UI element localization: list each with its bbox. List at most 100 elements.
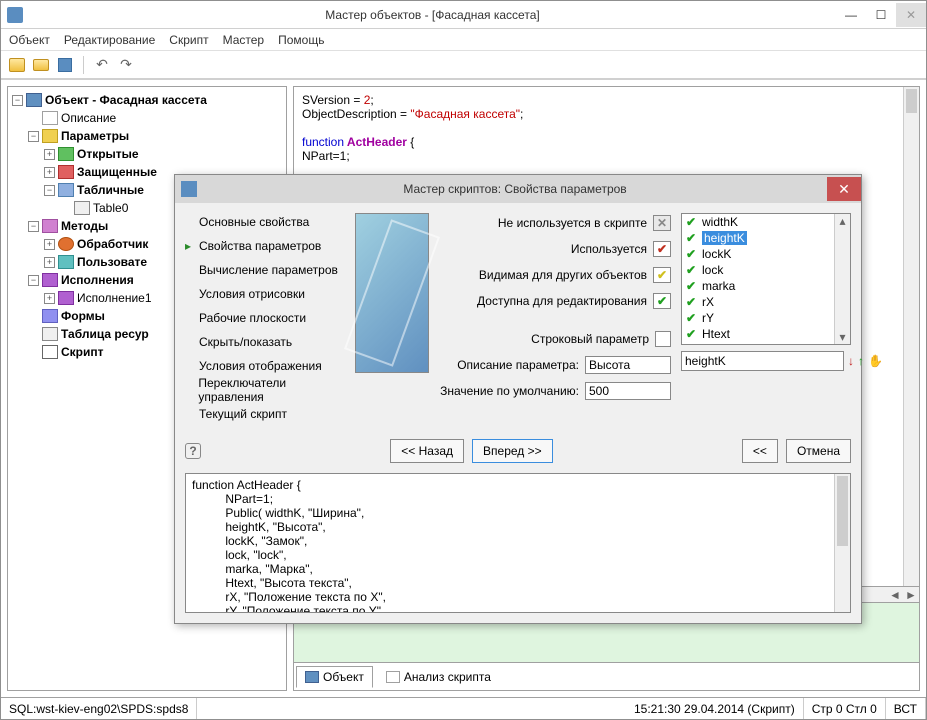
tree-table0[interactable]: Table0 (93, 199, 128, 217)
new-button[interactable] (7, 55, 27, 75)
desc-input[interactable] (585, 356, 671, 374)
window-title: Мастер объектов - [Фасадная кассета] (29, 8, 836, 22)
lbl-string: Строковый параметр (531, 332, 649, 346)
lbl-desc: Описание параметра: (457, 358, 579, 372)
app-icon (7, 7, 23, 23)
doc2-icon (386, 671, 400, 683)
minimize-button[interactable]: — (836, 3, 866, 27)
menu-edit[interactable]: Редактирование (64, 33, 155, 47)
redo-icon: ↷ (120, 56, 132, 73)
tab-object[interactable]: Объект (296, 666, 373, 688)
nav-draw[interactable]: ▸Условия отрисовки (185, 285, 345, 303)
save-button[interactable] (55, 55, 75, 75)
maximize-button[interactable]: ☐ (866, 3, 896, 27)
tree-tableres[interactable]: Таблица ресур (61, 325, 149, 343)
redo-button[interactable]: ↷ (116, 55, 136, 75)
mark-used-icon: ✔ (653, 241, 671, 257)
check-icon: ✔ (686, 247, 698, 261)
open-icon (58, 147, 74, 161)
script-icon (42, 345, 58, 359)
undo-button[interactable]: ↶ (92, 55, 112, 75)
nav-param-props[interactable]: ▸Свойства параметров (185, 237, 345, 255)
tree-execs[interactable]: Исполнения (61, 271, 134, 289)
tree-script[interactable]: Скрипт (61, 343, 104, 361)
pick-button[interactable]: ✋ (868, 352, 883, 370)
move-up-button[interactable]: ↑ (858, 352, 864, 370)
main-titlebar: Мастер объектов - [Фасадная кассета] — ☐… (1, 1, 926, 29)
param-list-scroll[interactable]: ▴▾ (834, 214, 850, 344)
dialog-close-button[interactable]: ✕ (827, 177, 861, 201)
preview-vscroll[interactable] (834, 474, 850, 612)
param-list[interactable]: ✔widthK ✔heightK ✔lockK ✔lock ✔marka ✔rX… (681, 213, 851, 345)
tree-params[interactable]: Параметры (61, 127, 129, 145)
grid-icon (74, 201, 90, 215)
check-icon: ✔ (686, 231, 698, 245)
menu-help[interactable]: Помощь (278, 33, 324, 47)
nav-calc[interactable]: ▸Вычисление параметров (185, 261, 345, 279)
menu-script[interactable]: Скрипт (169, 33, 208, 47)
scroll-right-icon[interactable]: ► (903, 588, 919, 602)
gear-icon (58, 237, 74, 251)
meth-icon (42, 219, 58, 233)
tree-custom[interactable]: Пользовате (77, 253, 147, 271)
check-icon: ✔ (686, 279, 698, 293)
tree-open[interactable]: Открытые (77, 145, 139, 163)
param-icon (42, 129, 58, 143)
check-icon: ✔ (686, 215, 698, 229)
dialog-app-icon (181, 181, 197, 197)
string-checkbox[interactable] (655, 331, 671, 347)
undo-icon: ↶ (96, 56, 108, 73)
preview-code[interactable]: function ActHeader { NPart=1; Public( wi… (185, 473, 851, 613)
tree-handlers[interactable]: Обработчик (77, 235, 148, 253)
status-db: SQL:wst-kiev-eng02\SPDS:spds8 (1, 698, 197, 719)
close-button[interactable]: ✕ (896, 3, 926, 27)
move-down-button[interactable]: ↓ (848, 352, 854, 370)
tree-tabular[interactable]: Табличные (77, 181, 144, 199)
nav-current[interactable]: ▸Текущий скрипт (185, 405, 345, 423)
bottom-tabs: Объект Анализ скрипта (293, 663, 920, 691)
back-button[interactable]: << Назад (390, 439, 464, 463)
tab-icon (58, 183, 74, 197)
tree-methods[interactable]: Методы (61, 217, 108, 235)
status-time: 15:21:30 29.04.2014 (Скрипт) (626, 698, 804, 719)
tab-analysis[interactable]: Анализ скрипта (377, 666, 500, 688)
lbl-visible: Видимая для других объектов (479, 268, 647, 282)
grid2-icon (42, 327, 58, 341)
tree-desc[interactable]: Описание (61, 109, 116, 127)
scroll-left-icon[interactable]: ◄ (887, 588, 903, 602)
editor-vscroll[interactable] (903, 87, 919, 586)
check-icon: ✔ (686, 327, 698, 341)
user-icon (58, 255, 74, 269)
wizard-nav: ▸Основные свойства ▸Свойства параметров … (185, 213, 345, 423)
help-button[interactable]: ? (185, 443, 201, 459)
nav-basic[interactable]: ▸Основные свойства (185, 213, 345, 231)
lbl-notused: Не используется в скрипте (498, 216, 647, 230)
forward-button[interactable]: Вперед >> (472, 439, 553, 463)
nav-hide[interactable]: ▸Скрыть/показать (185, 333, 345, 351)
dialog-title: Мастер скриптов: Свойства параметров (203, 182, 827, 196)
new-icon (9, 58, 25, 72)
nav-switches[interactable]: ▸Переключатели управления (185, 381, 345, 399)
statusbar: SQL:wst-kiev-eng02\SPDS:spds8 15:21:30 2… (1, 697, 926, 719)
tree-forms[interactable]: Формы (61, 307, 105, 325)
tree-prot[interactable]: Защищенные (77, 163, 157, 181)
status-pos: Стр 0 Стл 0 (804, 698, 886, 719)
check-icon: ✔ (686, 263, 698, 277)
open-button[interactable] (31, 55, 51, 75)
cancel-button[interactable]: Отмена (786, 439, 851, 463)
default-input[interactable] (585, 382, 671, 400)
open-icon (33, 59, 49, 71)
check-icon: ✔ (686, 311, 698, 325)
param-name-input[interactable] (681, 351, 844, 371)
tree-exec1[interactable]: Исполнение1 (77, 289, 152, 307)
mark-notused-icon: ✕ (653, 215, 671, 231)
menu-object[interactable]: Объект (9, 33, 50, 47)
nav-planes[interactable]: ▸Рабочие плоскости (185, 309, 345, 327)
wizard-image (355, 213, 429, 373)
nav-display[interactable]: ▸Условия отображения (185, 357, 345, 375)
x-icon: ✕ (686, 343, 698, 345)
script-wizard-dialog: Мастер скриптов: Свойства параметров ✕ ▸… (174, 174, 862, 624)
menu-master[interactable]: Мастер (223, 33, 265, 47)
tree-root[interactable]: Объект - Фасадная кассета (45, 91, 207, 109)
rewind-button[interactable]: << (742, 439, 778, 463)
